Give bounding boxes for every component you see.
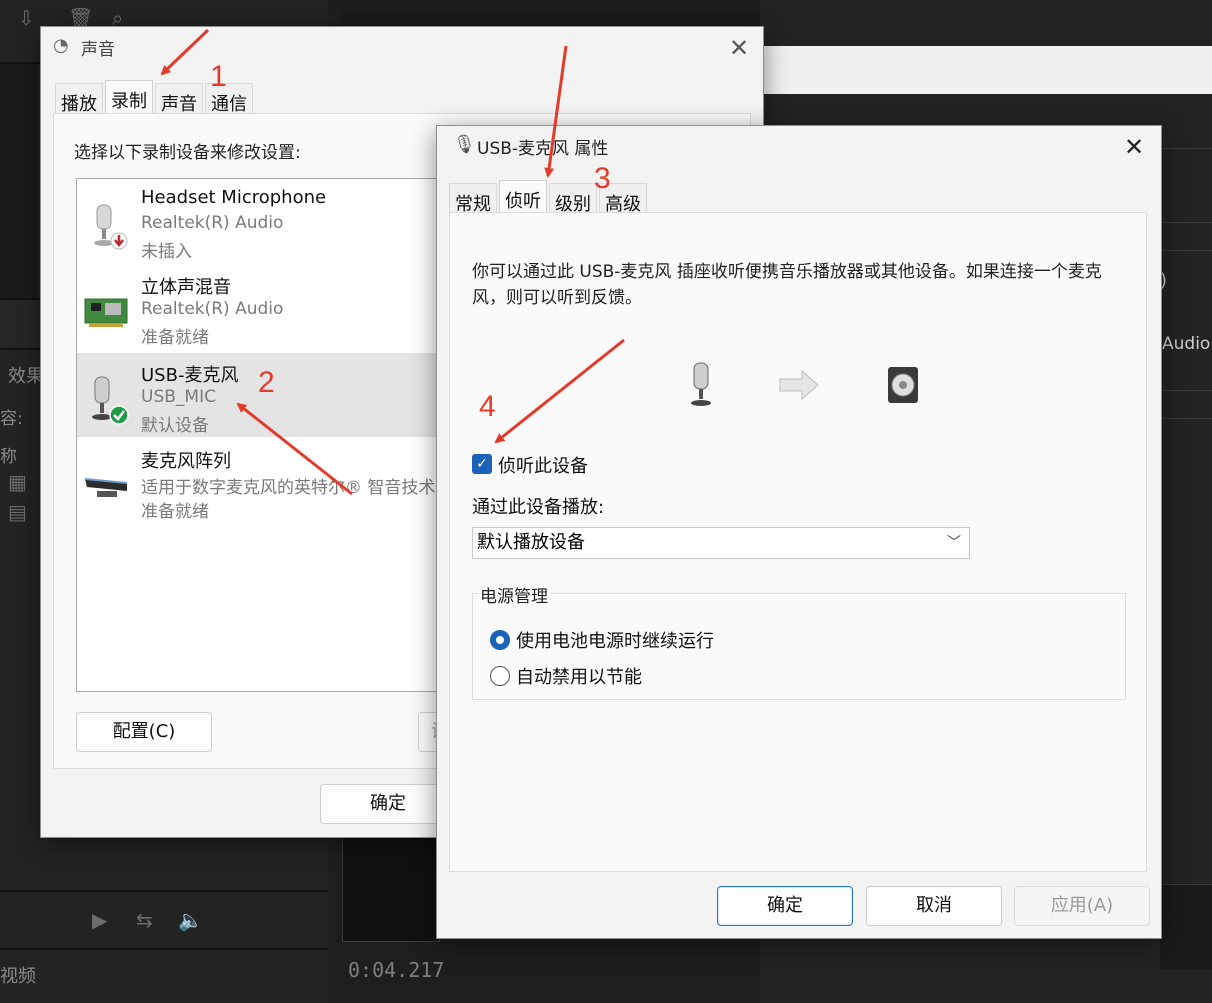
bg-separator	[0, 890, 328, 892]
device-name: 立体声混音	[141, 277, 231, 298]
clip-icon: ▦	[8, 470, 27, 494]
device-name: 麦克风阵列	[141, 451, 231, 472]
bg-label: Audio)	[1162, 334, 1212, 354]
device-list: Headset Microphone Realtek(R) Audio 未插入 …	[76, 178, 478, 692]
bg-label: 容:	[0, 409, 23, 429]
microphone-icon	[94, 204, 128, 250]
bg-label: 称	[0, 447, 17, 467]
device-name: Headset Microphone	[141, 187, 327, 208]
device-stereo-mix[interactable]: 立体声混音 Realtek(R) Audio 准备就绪	[77, 265, 477, 349]
bg-light-bar	[760, 46, 1212, 94]
annotation-number-2: 2	[258, 366, 275, 399]
microphone-icon	[92, 376, 129, 425]
listen-checkbox[interactable]: ✓	[472, 454, 492, 474]
radio-continue-label: 使用电池电源时继续运行	[516, 631, 714, 652]
device-usb-microphone[interactable]: USB-麦克风 USB_MIC 默认设备	[77, 353, 477, 437]
configure-button[interactable]: 配置(C)	[76, 712, 212, 752]
play-icon[interactable]: ▶	[92, 908, 107, 932]
import-icon[interactable]: ⇩	[18, 6, 35, 30]
device-driver: 适用于数字麦克风的英特尔® 智音技术	[141, 478, 436, 498]
speaker-icon	[888, 367, 918, 403]
annotation-number-4: 4	[479, 390, 496, 423]
bg-label: 视频	[0, 966, 36, 987]
power-group-title: 电源管理	[478, 582, 550, 607]
timecode: 0:04.217	[348, 958, 445, 982]
close-icon[interactable]: ✕	[724, 33, 754, 63]
usb-title: USB-麦克风 属性	[477, 139, 609, 159]
speaker-icon: ◔	[53, 35, 69, 56]
bg-panel-bottom	[1160, 884, 1212, 969]
radio-auto-disable[interactable]	[490, 666, 510, 686]
close-icon[interactable]: ✕	[1119, 132, 1149, 162]
listen-tab-body: 你可以通过此 USB-麦克风 插座收听便携音乐播放器或其他设备。如果连接一个麦克…	[449, 212, 1147, 872]
device-status: 默认设备	[141, 416, 209, 436]
volume-icon[interactable]: 🔈	[178, 908, 203, 932]
chevron-down-icon: ﹀	[947, 535, 961, 551]
sound-titlebar: ◔ 声音 ✕	[41, 27, 763, 67]
bg-label: 效果	[8, 366, 44, 387]
usb-properties-dialog: 🎙 USB-麦克风 属性 ✕ 常规 侦听 级别 高级 你可以通过此 USB-麦克…	[436, 125, 1162, 939]
annotation-number-1: 1	[210, 60, 227, 93]
listen-illustration	[691, 362, 918, 406]
device-name: USB-麦克风	[141, 365, 239, 386]
device-driver: USB_MIC	[141, 387, 216, 407]
device-headset-microphone[interactable]: Headset Microphone Realtek(R) Audio 未插入	[77, 179, 477, 263]
radio-disable-label: 自动禁用以节能	[516, 667, 642, 688]
usb-ok-button[interactable]: 确定	[717, 886, 853, 926]
playback-selected-value: 默认播放设备	[477, 532, 585, 553]
bg-separator	[0, 948, 328, 950]
track-icon: ▤	[8, 500, 27, 524]
device-status: 未插入	[141, 242, 192, 262]
sound-title: 声音	[81, 40, 115, 60]
bg-panel-mid	[0, 300, 40, 350]
microphone-icon	[691, 362, 711, 406]
device-microphone-array[interactable]: 麦克风阵列 适用于数字麦克风的英特尔® 智音技术 准备就绪	[77, 439, 477, 523]
radio-continue-on-battery[interactable]	[490, 630, 510, 650]
listen-description: 你可以通过此 USB-麦克风 插座收听便携音乐播放器或其他设备。如果连接一个麦克…	[472, 262, 1102, 308]
playback-device-select[interactable]: 默认播放设备 ﹀	[472, 527, 970, 559]
bg-preview	[342, 836, 440, 942]
listen-checkbox-label: 侦听此设备	[498, 456, 588, 477]
playback-label: 通过此设备播放:	[472, 497, 605, 518]
sound-card-icon	[84, 298, 128, 327]
loop-icon[interactable]: ⇆	[136, 908, 153, 932]
device-status: 准备就绪	[141, 328, 209, 348]
bg-panel-top	[0, 64, 38, 300]
device-driver: Realtek(R) Audio	[141, 213, 284, 233]
arrow-right-icon	[779, 369, 819, 401]
device-status: 准备就绪	[141, 502, 209, 522]
usb-cancel-button[interactable]: 取消	[866, 886, 1002, 926]
usb-apply-button[interactable]: 应用(A)	[1014, 886, 1150, 926]
microphone-icon: 🎙	[453, 134, 476, 155]
annotation-number-3: 3	[594, 162, 611, 195]
microphone-array-icon	[84, 478, 128, 497]
usb-titlebar: 🎙 USB-麦克风 属性 ✕	[437, 126, 1161, 166]
instruction-text: 选择以下录制设备来修改设置:	[74, 143, 301, 163]
device-driver: Realtek(R) Audio	[141, 299, 284, 319]
